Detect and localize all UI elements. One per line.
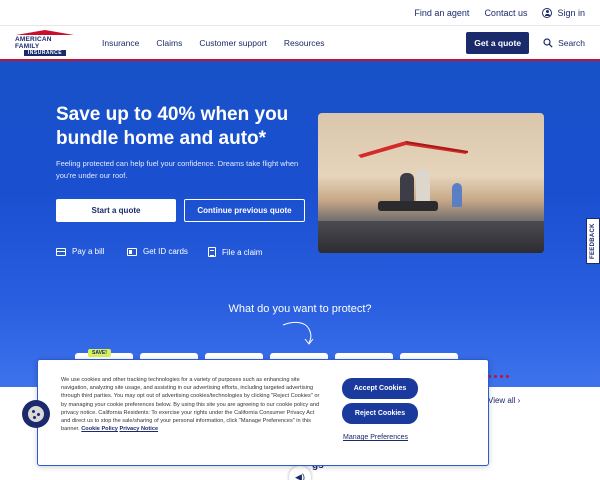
person-figure [416, 169, 430, 205]
reject-cookies-button[interactable]: Reject Cookies [342, 403, 418, 424]
privacy-notice-link[interactable]: Privacy Notice [119, 426, 158, 432]
document-icon [208, 247, 216, 257]
start-quote-button[interactable]: Start a quote [56, 199, 176, 222]
pay-bill-label: Pay a bill [72, 247, 105, 256]
hero-subtext: Feeling protected can help fuel your con… [56, 159, 299, 180]
utility-bar: Find an agent Contact us Sign in [0, 0, 600, 26]
cookie-banner: We use cookies and other tracking techno… [37, 359, 489, 466]
cookie-icon [28, 406, 44, 422]
user-icon [542, 7, 553, 18]
person-figure [452, 183, 462, 207]
chevron-right-icon: › [517, 396, 521, 405]
feedback-tab[interactable]: FEEDBACK [586, 218, 600, 264]
get-id-cards-label: Get ID cards [143, 247, 188, 256]
logo-roof-icon [16, 29, 74, 36]
search-label: Search [558, 37, 585, 48]
file-claim-link[interactable]: File a claim [208, 247, 262, 257]
cookie-policy-link[interactable]: Cookie Policy [81, 426, 118, 432]
cookie-body: We use cookies and other tracking techno… [61, 377, 320, 433]
couch-shape [378, 201, 438, 211]
cookie-settings-button[interactable] [22, 400, 50, 428]
hero-headline: Save up to 40% when you bundle home and … [56, 104, 289, 149]
privacy-link-part-1: Privacy [119, 426, 140, 433]
nav-item-insurance[interactable]: Insurance [102, 38, 139, 48]
nav-item-resources[interactable]: Resources [284, 38, 325, 48]
road [318, 221, 544, 253]
search-button[interactable]: Search [543, 38, 585, 48]
sign-in-link[interactable]: Sign in [542, 7, 585, 18]
file-claim-label: File a claim [222, 247, 263, 257]
manage-preferences-link[interactable]: Manage Preferences [343, 434, 408, 441]
nav-item-claims[interactable]: Claims [156, 38, 182, 48]
logo-line-2: INSURANCE [23, 49, 67, 56]
main-nav: AMERICAN FAMILY INSURANCE Insurance Clai… [0, 26, 600, 61]
view-all-label: View all [488, 396, 516, 405]
hero-section: Save up to 40% when you bundle home and … [0, 61, 600, 391]
save-badge: SAVE! [88, 349, 111, 357]
id-card-icon [127, 247, 137, 256]
privacy-link-part-2: Notice [140, 426, 159, 433]
protect-heading: What do you want to protect? [228, 303, 372, 315]
accept-cookies-button[interactable]: Accept Cookies [342, 378, 418, 399]
sign-in-label: Sign in [557, 7, 585, 18]
credit-card-icon [56, 247, 66, 256]
hero-photo [318, 113, 544, 253]
logo-line-1: AMERICAN FAMILY [15, 35, 52, 50]
brand-logo[interactable]: AMERICAN FAMILY INSURANCE [15, 29, 75, 56]
red-roof-shape [358, 141, 468, 158]
view-all-link[interactable]: View all › [488, 396, 520, 405]
get-id-cards-link[interactable]: Get ID cards [127, 247, 188, 256]
audio-icon[interactable]: ◀) [289, 466, 311, 480]
nav-links: Insurance Claims Customer support Resour… [102, 38, 325, 48]
curved-arrow-icon [282, 321, 314, 345]
pagination-dots [488, 375, 509, 378]
get-quote-button[interactable]: Get a quote [466, 31, 530, 54]
find-agent-link[interactable]: Find an agent [414, 8, 469, 18]
contact-us-link[interactable]: Contact us [484, 8, 527, 18]
nav-item-customer-support[interactable]: Customer support [199, 38, 267, 48]
continue-quote-button[interactable]: Continue previous quote [184, 199, 305, 222]
pay-bill-link[interactable]: Pay a bill [56, 247, 104, 256]
search-icon [543, 37, 553, 48]
cookie-text: We use cookies and other tracking techno… [61, 376, 323, 433]
